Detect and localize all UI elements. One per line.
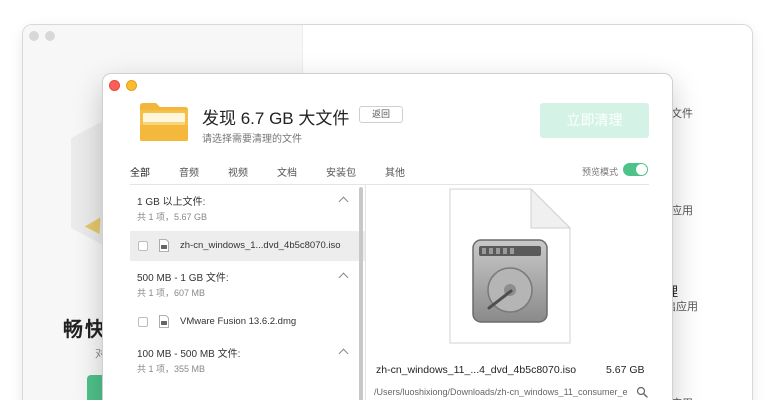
minimize-button[interactable] (126, 80, 137, 91)
pane-divider (365, 185, 366, 400)
tab-installers[interactable]: 安装包 (326, 164, 356, 179)
group-title: 100 MB - 500 MB 文件: (137, 349, 241, 360)
group-header-100mb-500mb[interactable]: 100 MB - 500 MB 文件: 共 1 项，355 MB (130, 337, 365, 375)
tab-video[interactable]: 视频 (228, 164, 248, 179)
file-checkbox[interactable] (138, 317, 148, 327)
group-title: 1 GB 以上文件: (137, 197, 206, 208)
large-files-dialog: 发现 6.7 GB 大文件 返回 请选择需要清理的文件 立即清理 全部 音频 视… (103, 74, 672, 400)
back-button[interactable]: 返回 (359, 106, 403, 123)
group-header-1gb-plus[interactable]: 1 GB 以上文件: 共 1 项，5.67 GB (130, 185, 365, 223)
preview-file-size: 5.67 GB (606, 364, 645, 376)
chevron-up-icon[interactable] (338, 348, 349, 359)
chevron-up-icon[interactable] (338, 196, 349, 207)
hard-disk-icon (449, 188, 571, 344)
main-window-traffic-lights (29, 31, 55, 41)
tab-all[interactable]: 全部 (130, 164, 150, 179)
feature-text: 应用 (671, 395, 693, 400)
dialog-subtitle: 请选择需要清理的文件 (202, 134, 302, 145)
chevron-up-icon[interactable] (338, 272, 349, 283)
tab-other[interactable]: 其他 (385, 164, 405, 179)
dialog-title: 发现 6.7 GB 大文件 (202, 109, 350, 128)
toggle-knob (636, 164, 647, 175)
close-button[interactable] (109, 80, 120, 91)
clean-now-button[interactable]: 立即清理 (540, 103, 649, 138)
search-icon[interactable] (636, 386, 648, 398)
group-count: 共 1 项，355 MB (137, 364, 206, 374)
preview-mode-toggle[interactable] (623, 163, 648, 176)
group-count: 共 1 项，5.67 GB (137, 212, 208, 222)
file-checkbox[interactable] (138, 241, 148, 251)
file-row[interactable]: VMware Fusion 13.6.2.dmg (130, 307, 365, 337)
tab-documents[interactable]: 文档 (277, 164, 297, 179)
file-name: zh-cn_windows_1...dvd_4b5c8070.iso (180, 240, 341, 251)
file-row[interactable]: zh-cn_windows_1...dvd_4b5c8070.iso (130, 231, 365, 261)
feature-text: 文件 (671, 108, 693, 120)
preview-file-path: /Users/luoshixiong/Downloads/zh-cn_windo… (374, 387, 628, 397)
preview-mode-label: 预览模式 (582, 167, 619, 177)
disk-image-icon (159, 315, 169, 328)
preview-file-name: zh-cn_windows_11_...4_dvd_4b5c8070.iso (376, 364, 577, 376)
dialog-traffic-lights (109, 80, 137, 91)
file-list: 1 GB 以上文件: 共 1 项，5.67 GB zh-cn_windows_1… (130, 185, 365, 400)
file-name: VMware Fusion 13.6.2.dmg (180, 316, 297, 327)
main-headline: 畅快 (63, 319, 107, 341)
category-tabs: 全部 音频 视频 文档 安装包 其他 (130, 164, 434, 179)
tab-audio[interactable]: 音频 (179, 164, 199, 179)
group-header-500mb-1gb[interactable]: 500 MB - 1 GB 文件: 共 1 项，607 MB (130, 261, 365, 299)
folder-icon (140, 103, 188, 141)
main-window-minimize-button[interactable] (45, 31, 55, 41)
main-window-close-button[interactable] (29, 31, 39, 41)
group-count: 共 1 项，607 MB (137, 288, 206, 298)
disk-image-icon (159, 239, 169, 252)
group-title: 500 MB - 1 GB 文件: (137, 273, 229, 284)
feature-text: 应用 (671, 205, 693, 217)
list-scrollbar[interactable] (359, 187, 363, 400)
